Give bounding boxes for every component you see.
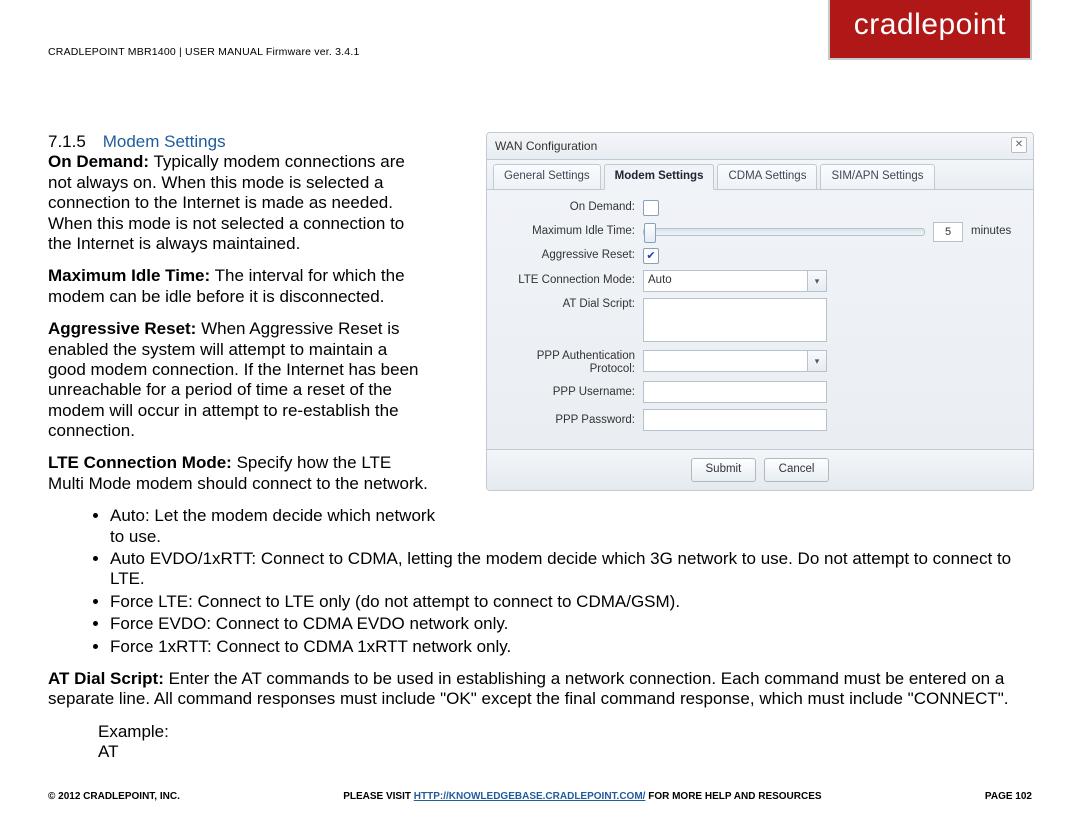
close-icon[interactable]: ✕	[1011, 137, 1027, 153]
footer-left: © 2012 CRADLEPOINT, INC.	[48, 791, 180, 802]
list-item: Force EVDO: Connect to CDMA EVDO network…	[110, 614, 1032, 634]
label-on-demand: On Demand:	[499, 201, 643, 215]
chevron-down-icon: ▾	[807, 271, 826, 291]
label-at-script: AT Dial Script:	[499, 298, 643, 312]
dialog-form: On Demand: Maximum Idle Time: 5 minutes …	[487, 190, 1033, 449]
example-label: Example:	[98, 722, 1032, 742]
select-lte-mode-value: Auto	[648, 274, 672, 288]
example-line: AT	[98, 742, 1032, 762]
tab-cdma-settings[interactable]: CDMA Settings	[717, 164, 817, 189]
footer-right: PAGE 102	[985, 791, 1032, 802]
label-max-idle-doc: Maximum Idle Time:	[48, 266, 210, 285]
slider-thumb[interactable]	[644, 223, 656, 243]
label-at-script-doc: AT Dial Script:	[48, 669, 164, 688]
dialog-titlebar: WAN Configuration ✕	[487, 133, 1033, 160]
brand-logo: cradlepoint	[828, 0, 1032, 60]
dialog-tabs: General Settings Modem Settings CDMA Set…	[487, 160, 1033, 190]
wan-config-dialog: WAN Configuration ✕ General Settings Mod…	[486, 132, 1034, 491]
tab-sim-apn-settings[interactable]: SIM/APN Settings	[820, 164, 934, 189]
chevron-down-icon: ▾	[807, 351, 826, 371]
textarea-at-script[interactable]	[643, 298, 827, 342]
label-agg-reset: Aggressive Reset:	[499, 249, 643, 263]
select-lte-mode[interactable]: Auto ▾	[643, 270, 827, 292]
label-ppp-pass: PPP Password:	[499, 414, 643, 428]
dialog-title-text: WAN Configuration	[495, 139, 597, 153]
label-on-demand-doc: On Demand:	[48, 152, 149, 171]
page-footer: © 2012 CRADLEPOINT, INC. PLEASE VISIT HT…	[48, 791, 1032, 802]
section-number: 7.1.5	[48, 132, 98, 152]
submit-button[interactable]: Submit	[691, 458, 757, 482]
label-agg-reset-doc: Aggressive Reset:	[48, 319, 196, 338]
select-ppp-auth[interactable]: ▾	[643, 350, 827, 372]
input-ppp-pass[interactable]	[643, 409, 827, 431]
label-lte-mode: LTE Connection Mode:	[499, 274, 643, 288]
checkbox-agg-reset[interactable]: ✔	[643, 248, 659, 264]
footer-middle: PLEASE VISIT HTTP://KNOWLEDGEBASE.CRADLE…	[343, 791, 821, 802]
input-ppp-user[interactable]	[643, 381, 827, 403]
section-title: Modem Settings	[103, 132, 226, 151]
checkbox-on-demand[interactable]	[643, 200, 659, 216]
slider-max-idle[interactable]	[643, 228, 925, 236]
list-item: Auto EVDO/1xRTT: Connect to CDMA, lettin…	[110, 549, 1032, 590]
list-item: Auto: Let the modem decide which network…	[110, 506, 440, 547]
label-lte-mode-doc: LTE Connection Mode:	[48, 453, 232, 472]
lte-mode-options-list: Auto: Let the modem decide which network…	[48, 506, 1032, 657]
label-max-idle: Maximum Idle Time:	[499, 225, 643, 239]
doc-header: CRADLEPOINT MBR1400 | USER MANUAL Firmwa…	[48, 46, 360, 58]
list-item: Force 1xRTT: Connect to CDMA 1xRTT netwo…	[110, 637, 1032, 657]
tab-modem-settings[interactable]: Modem Settings	[604, 164, 715, 190]
label-ppp-user: PPP Username:	[499, 386, 643, 400]
max-idle-value[interactable]: 5	[933, 222, 963, 242]
max-idle-unit: minutes	[971, 225, 1011, 239]
tab-general-settings[interactable]: General Settings	[493, 164, 601, 189]
para-at-script: Enter the AT commands to be used in esta…	[48, 669, 1009, 708]
list-item: Force LTE: Connect to LTE only (do not a…	[110, 592, 1032, 612]
cancel-button[interactable]: Cancel	[764, 458, 830, 482]
dialog-footer: Submit Cancel	[487, 449, 1033, 490]
footer-link[interactable]: HTTP://KNOWLEDGEBASE.CRADLEPOINT.COM/	[414, 791, 646, 802]
label-ppp-auth: PPP Authentication Protocol:	[499, 350, 643, 375]
